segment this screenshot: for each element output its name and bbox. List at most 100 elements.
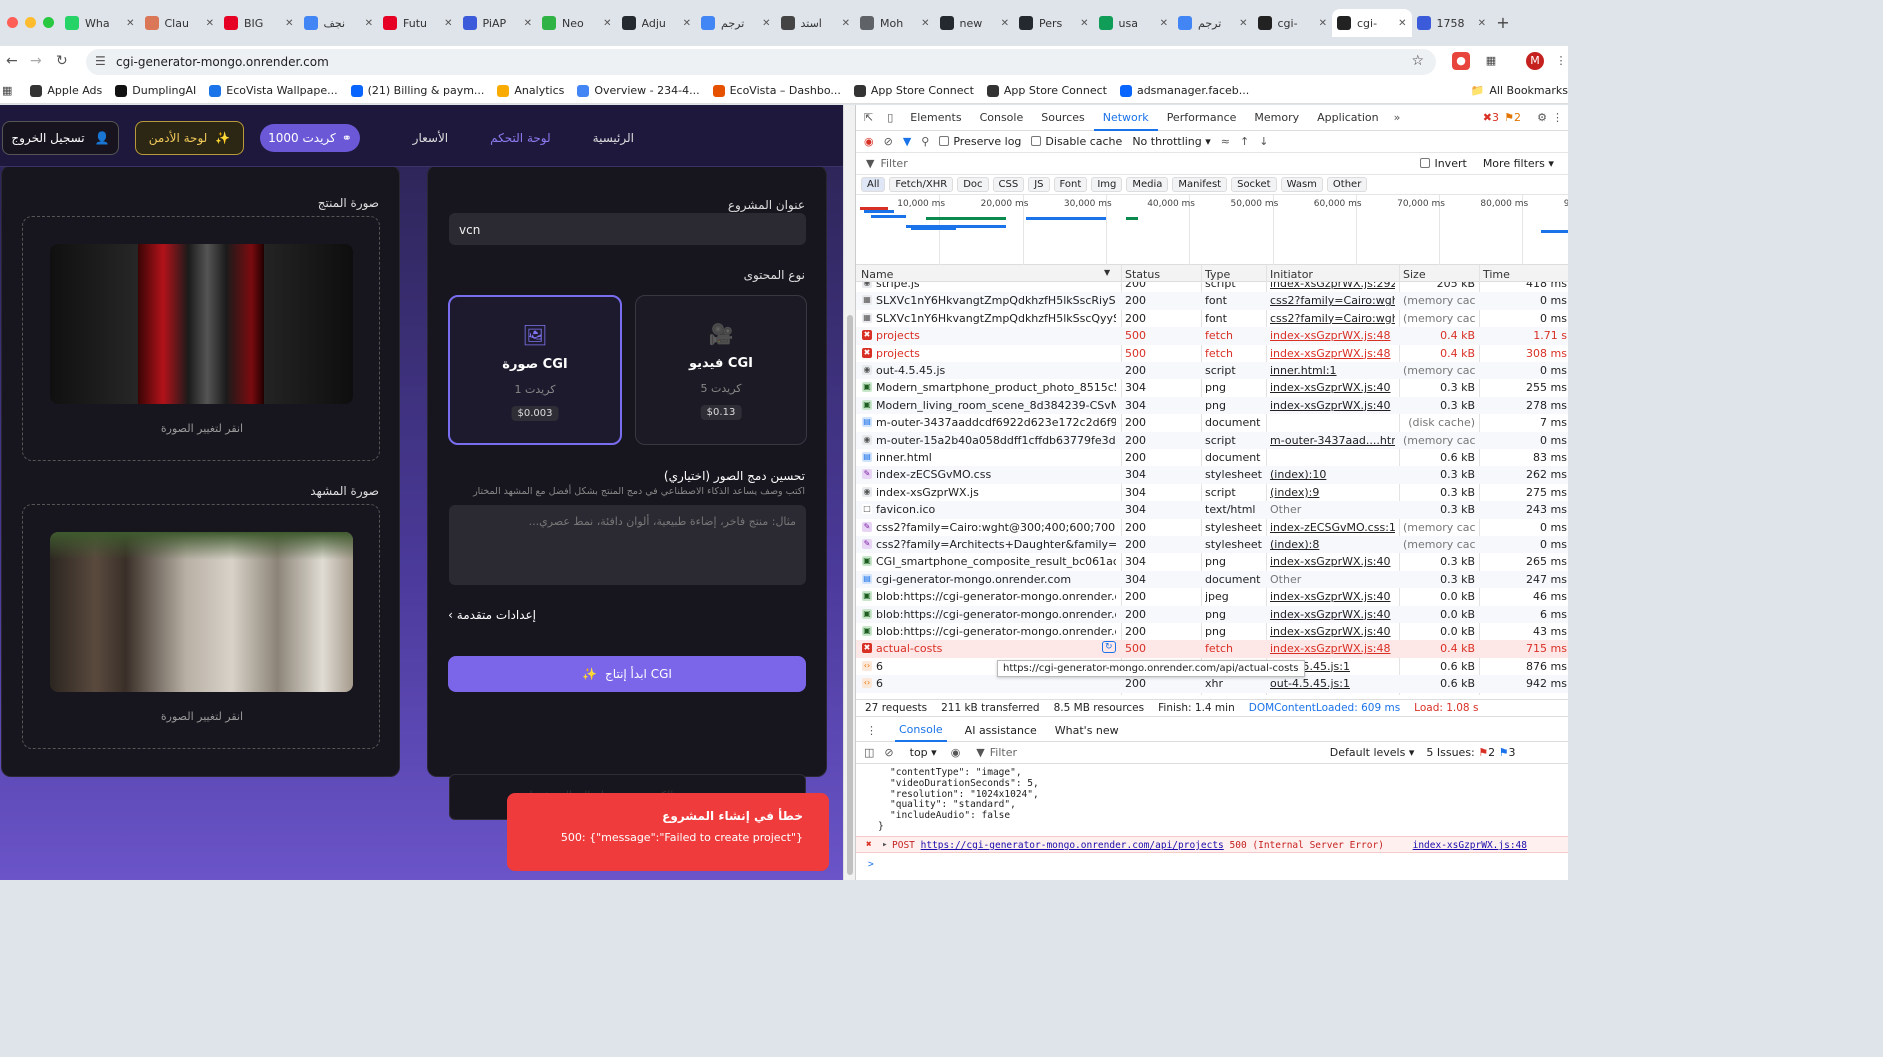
bookmark-item[interactable]: EcoVista Wallpape... — [209, 84, 338, 97]
throttling-select[interactable]: No throttling ▾ — [1132, 135, 1210, 148]
request-initiator[interactable]: inner.html:1 — [1270, 364, 1395, 377]
browser-tab[interactable]: ترجم ✕ — [696, 9, 776, 37]
devtools-tab-application[interactable]: Application — [1308, 105, 1387, 131]
levels-select[interactable]: Default levels ▾ — [1330, 746, 1415, 759]
bookmark-item[interactable]: Apple Ads — [30, 84, 102, 97]
export-har-icon[interactable]: ↓ — [1259, 135, 1268, 148]
bookmark-item[interactable]: Analytics — [497, 84, 564, 97]
back-icon[interactable]: ← — [6, 53, 18, 69]
browser-tab[interactable]: ترجم ✕ — [1173, 9, 1253, 37]
browser-tab[interactable]: Clau ✕ — [140, 9, 220, 37]
close-tab-icon[interactable]: ✕ — [206, 18, 214, 29]
close-tab-icon[interactable]: ✕ — [1001, 18, 1009, 29]
request-initiator[interactable]: index-xsGzprWX.js:40 — [1270, 608, 1395, 621]
type-filter-img[interactable]: Img — [1091, 177, 1123, 192]
request-row[interactable]: ✎ index-zECSGvMO.css 304 stylesheet (index):… — [856, 466, 1568, 484]
request-initiator[interactable]: (index):8 — [1270, 538, 1395, 551]
bookmark-item[interactable]: EcoVista – Dashbo... — [712, 84, 841, 97]
type-filter-fetchxhr[interactable]: Fetch/XHR — [889, 177, 954, 192]
request-initiator[interactable]: Other — [1270, 503, 1395, 516]
close-tab-icon[interactable]: ✕ — [1160, 18, 1168, 29]
nav-pricing[interactable]: الأسعار — [413, 131, 448, 145]
bookmark-item[interactable]: App Store Connect — [853, 84, 974, 97]
request-initiator[interactable]: index-xsGzprWX.js:48 — [1270, 329, 1395, 342]
preserve-log-checkbox[interactable]: Preserve log — [939, 135, 1021, 148]
search-icon[interactable]: ⚲ — [921, 135, 929, 148]
project-title-input[interactable]: vcn — [449, 213, 806, 245]
forward-icon[interactable]: → — [30, 53, 42, 69]
error-toast[interactable]: خطأ في إنشاء المشروع 500: {"message":"Fa… — [507, 793, 829, 871]
request-initiator[interactable]: (index):10 — [1270, 468, 1395, 481]
sort-desc-icon[interactable]: ▼ — [1104, 268, 1110, 277]
bookmark-item[interactable]: App Store Connect — [986, 84, 1107, 97]
start-generation-button[interactable]: ✨ ابدأ إنتاج CGI — [448, 656, 806, 692]
type-filter-font[interactable]: Font — [1053, 177, 1088, 192]
request-row[interactable]: ▤ m-outer-3437aaddcdf6922d623e172c2d6f927… — [856, 414, 1568, 431]
context-select[interactable]: top ▾ — [910, 746, 937, 759]
close-tab-icon[interactable]: ✕ — [1319, 18, 1327, 29]
browser-tab[interactable]: 1758 ✕ — [1412, 9, 1492, 37]
sidebar-toggle-icon[interactable]: ◫ — [864, 746, 874, 759]
request-row[interactable]: ▣ blob:https://cgi-generator-mongo.onrend… — [856, 588, 1568, 605]
clear-console-icon[interactable]: ⊘ — [884, 746, 893, 759]
devtools-tab-sources[interactable]: Sources — [1032, 105, 1094, 131]
browser-tab[interactable]: Pers ✕ — [1014, 9, 1094, 37]
browser-tab[interactable]: Moh ✕ — [855, 9, 935, 37]
logout-button[interactable]: تسجيل الخروج 👤 — [2, 121, 119, 155]
extension-icon[interactable]: ● — [1452, 52, 1470, 70]
browser-tab[interactable]: new ✕ — [935, 9, 1015, 37]
inspect-element-icon[interactable]: ⇱ — [856, 111, 879, 124]
request-row[interactable]: ▣ CGI_smartphone_composite_result_bc061ac… — [856, 553, 1568, 570]
browser-tab[interactable]: Futu ✕ — [378, 9, 458, 37]
type-filter-socket[interactable]: Socket — [1231, 177, 1277, 192]
request-initiator[interactable]: index-zECSGvMO.css:1 — [1270, 521, 1395, 534]
url-text[interactable]: cgi-generator-mongo.onrender.com — [116, 55, 329, 69]
type-filter-css[interactable]: CSS — [992, 177, 1025, 192]
profile-avatar[interactable]: M — [1526, 52, 1544, 70]
error-url[interactable]: https://cgi-generator-mongo.onrender.com… — [921, 840, 1224, 851]
console-prompt[interactable]: > — [868, 859, 874, 870]
request-initiator[interactable]: css2?family=Cairo:wght@3 — [1270, 312, 1395, 325]
request-row[interactable]: ✖ projects 500 fetch index-xsGzprWX.js:48 0.4… — [856, 327, 1568, 345]
devtools-tab-console[interactable]: Console — [971, 105, 1033, 131]
devtools-tab-network[interactable]: Network — [1093, 105, 1158, 131]
request-row[interactable]: ◉ out-4.5.45.js 200 script inner.html:1 (memo… — [856, 362, 1568, 380]
type-filter-js[interactable]: JS — [1028, 177, 1050, 192]
browser-tab[interactable]: نجف ✕ — [299, 9, 379, 37]
close-tab-icon[interactable]: ✕ — [1239, 18, 1247, 29]
drawer-tab-ai[interactable]: AI assistance — [965, 724, 1037, 737]
request-row[interactable]: ▦ SLXVc1nY6HkvangtZmpQdkhzfH5lkSscRiySB8p… — [856, 292, 1568, 310]
request-initiator[interactable]: index-xsGzprWX.js:40 — [1270, 399, 1395, 412]
more-filters-dropdown[interactable]: More filters ▾ — [1483, 157, 1554, 170]
request-row[interactable]: □ favicon.ico 304 text/html Other 0.3 kB 243 m… — [856, 501, 1568, 519]
reload-icon[interactable]: ↻ — [56, 53, 68, 69]
close-tab-icon[interactable]: ✕ — [126, 18, 134, 29]
scrollbar-thumb[interactable] — [847, 315, 853, 875]
request-row[interactable]: ✖ projects 500 fetch index-xsGzprWX.js:48 0.4… — [856, 345, 1568, 362]
close-tab-icon[interactable]: ✕ — [1398, 18, 1406, 29]
fullscreen-window-button[interactable] — [43, 17, 54, 28]
col-type[interactable]: Type — [1205, 268, 1230, 281]
col-status[interactable]: Status — [1125, 268, 1160, 281]
close-tab-icon[interactable]: ✕ — [1080, 18, 1088, 29]
browser-tab[interactable]: Wha ✕ — [60, 9, 140, 37]
close-tab-icon[interactable]: ✕ — [524, 18, 532, 29]
close-tab-icon[interactable]: ✕ — [683, 18, 691, 29]
address-bar[interactable]: ☰ cgi-generator-mongo.onrender.com ☆ — [86, 49, 1436, 75]
product-image[interactable] — [50, 244, 353, 404]
drawer-tab-whats-new[interactable]: What's new — [1055, 724, 1119, 737]
advanced-settings-toggle[interactable]: إعدادات متقدمة › — [448, 608, 536, 622]
request-row[interactable]: ▣ Modern_living_room_scene_8d384239-CSvMf… — [856, 396, 1568, 415]
device-toolbar-icon[interactable]: ▯ — [879, 111, 901, 124]
clear-icon[interactable]: ⊘ — [884, 135, 893, 148]
site-info-icon[interactable]: ☰ — [95, 54, 106, 68]
close-tab-icon[interactable]: ✕ — [285, 18, 293, 29]
eye-icon[interactable]: ◉ — [951, 746, 961, 759]
devtools-tab-elements[interactable]: Elements — [901, 105, 970, 131]
request-row[interactable]: ✎ css2?family=Architects+Daughter&family=… — [856, 536, 1568, 554]
expand-arrow-icon[interactable]: ▸ — [882, 839, 888, 850]
product-image-dropzone[interactable]: انقر لتغيير الصورة — [22, 216, 380, 461]
settings-gear-icon[interactable]: ⚙ — [1537, 111, 1547, 124]
scene-image[interactable] — [50, 532, 353, 692]
col-time[interactable]: Time — [1483, 268, 1510, 281]
